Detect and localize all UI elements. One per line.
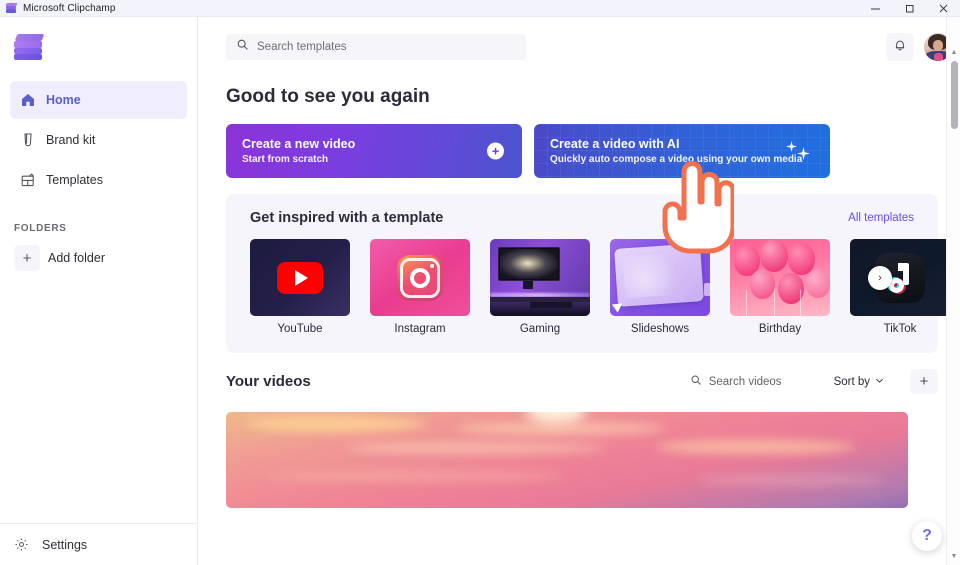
clipchamp-logo bbox=[14, 33, 45, 61]
instagram-thumbnail bbox=[370, 239, 470, 316]
scrollbar[interactable]: ▲ ▼ bbox=[946, 17, 960, 565]
settings-button[interactable]: Settings bbox=[0, 523, 197, 565]
create-video-ai-title: Create a video with AI bbox=[550, 136, 680, 151]
templates-section-title: Get inspired with a template bbox=[250, 210, 444, 226]
app-logo[interactable] bbox=[0, 17, 197, 77]
cloud bbox=[266, 470, 566, 482]
clipchamp-icon bbox=[5, 3, 18, 13]
instagram-camera-icon bbox=[397, 254, 443, 301]
create-video-ai-subtitle: Quickly auto compose a video using your … bbox=[550, 153, 803, 165]
window-title: Microsoft Clipchamp bbox=[23, 2, 116, 14]
home-icon bbox=[20, 92, 46, 108]
birthday-thumbnail bbox=[730, 239, 830, 316]
create-new-video-title: Create a new video bbox=[242, 136, 356, 151]
add-folder-label: Add folder bbox=[48, 251, 105, 265]
template-label: Instagram bbox=[394, 323, 446, 335]
template-label: Birthday bbox=[758, 323, 802, 335]
your-videos-title: Your videos bbox=[226, 373, 311, 390]
scroll-up-arrow[interactable]: ▲ bbox=[947, 45, 960, 59]
gaming-thumbnail bbox=[490, 239, 590, 316]
template-label: Gaming bbox=[519, 323, 561, 335]
search-templates-input[interactable]: Search templates bbox=[226, 34, 526, 60]
sidebar: Home Brand kit Templates FOLDERS + Add f… bbox=[0, 17, 198, 565]
cloud bbox=[456, 422, 666, 435]
page-title: Good to see you again bbox=[226, 86, 430, 107]
sidebar-nav: Home Brand kit Templates bbox=[0, 77, 197, 201]
template-label: Slideshows bbox=[630, 323, 690, 335]
scroll-thumb[interactable] bbox=[951, 61, 958, 129]
search-icon bbox=[236, 38, 249, 56]
main-content: Search templates Good to see you again C… bbox=[198, 17, 960, 565]
avatar-shirt bbox=[934, 53, 943, 61]
create-new-video-subtitle: Start from scratch bbox=[242, 153, 329, 165]
bell-icon bbox=[893, 38, 907, 57]
maximize-button[interactable] bbox=[892, 0, 926, 17]
plus-icon: + bbox=[14, 245, 40, 271]
avatar-face bbox=[933, 40, 943, 51]
all-templates-link[interactable]: All templates bbox=[848, 212, 914, 224]
help-icon: ? bbox=[922, 527, 932, 544]
template-label: YouTube bbox=[277, 323, 323, 335]
plus-circle-icon: + bbox=[487, 142, 504, 160]
templates-icon bbox=[20, 172, 46, 188]
brand-kit-icon bbox=[20, 132, 46, 148]
search-videos-input[interactable]: Search videos bbox=[690, 373, 782, 391]
scroll-down-arrow[interactable]: ▼ bbox=[947, 549, 960, 563]
chevron-right-icon[interactable]: › bbox=[868, 265, 892, 290]
slideshows-thumbnail bbox=[610, 239, 710, 316]
create-new-video-card[interactable]: Create a new video Start from scratch + bbox=[226, 124, 522, 178]
plus-icon: + bbox=[919, 373, 929, 390]
sort-by-label: Sort by bbox=[833, 375, 870, 388]
folders-section-header: FOLDERS bbox=[14, 223, 67, 234]
templates-section-header: Get inspired with a template All templat… bbox=[250, 210, 914, 226]
youtube-play-icon bbox=[277, 261, 323, 294]
help-button[interactable]: ? bbox=[912, 521, 942, 551]
sidebar-item-home[interactable]: Home bbox=[10, 81, 187, 119]
sidebar-item-label: Home bbox=[46, 93, 81, 107]
settings-label: Settings bbox=[42, 537, 88, 552]
add-video-button[interactable]: + bbox=[910, 369, 938, 394]
title-bar: Microsoft Clipchamp bbox=[0, 0, 960, 17]
create-video-with-ai-card[interactable]: Create a video with AI Quickly auto comp… bbox=[534, 124, 830, 178]
add-folder-button[interactable]: + Add folder bbox=[10, 240, 187, 276]
tiktok-thumbnail: › bbox=[850, 239, 950, 316]
sort-by-dropdown[interactable]: Sort by bbox=[834, 376, 884, 388]
notifications-button[interactable] bbox=[886, 33, 914, 61]
sidebar-item-brand-kit[interactable]: Brand kit bbox=[10, 121, 187, 159]
video-thumbnail-card[interactable] bbox=[226, 412, 908, 508]
template-card-slideshows[interactable]: Slideshows bbox=[610, 239, 710, 335]
template-card-instagram[interactable]: Instagram bbox=[370, 239, 470, 335]
search-templates-placeholder: Search templates bbox=[257, 41, 347, 53]
template-card-gaming[interactable]: Gaming bbox=[490, 239, 590, 335]
cloud bbox=[696, 474, 886, 486]
templates-section: Get inspired with a template All templat… bbox=[226, 194, 950, 353]
youtube-thumbnail bbox=[250, 239, 350, 316]
chevron-down-icon bbox=[875, 376, 884, 388]
search-icon bbox=[690, 373, 702, 391]
cloud bbox=[246, 416, 426, 432]
minimize-button[interactable] bbox=[858, 0, 892, 17]
sparkles-icon bbox=[786, 141, 812, 161]
gear-icon bbox=[14, 537, 42, 552]
template-card-tiktok[interactable]: › TikTok bbox=[850, 239, 950, 335]
template-card-youtube[interactable]: YouTube bbox=[250, 239, 350, 335]
search-videos-placeholder: Search videos bbox=[708, 375, 782, 388]
templates-row: YouTube Instagram Gaming Slideshows Birt… bbox=[250, 239, 950, 335]
template-label: TikTok bbox=[883, 323, 917, 335]
sidebar-item-templates[interactable]: Templates bbox=[10, 161, 187, 199]
top-bar: Search templates bbox=[198, 17, 960, 77]
close-button[interactable] bbox=[926, 0, 960, 17]
your-videos-header: Your videos Search videos Sort by + bbox=[198, 353, 960, 394]
sidebar-item-label: Brand kit bbox=[46, 133, 96, 147]
template-card-birthday[interactable]: Birthday bbox=[730, 239, 830, 335]
hero-cards: Create a new video Start from scratch + … bbox=[198, 108, 960, 178]
cloud bbox=[656, 440, 856, 454]
cloud bbox=[346, 442, 606, 454]
sidebar-item-label: Templates bbox=[46, 173, 103, 187]
